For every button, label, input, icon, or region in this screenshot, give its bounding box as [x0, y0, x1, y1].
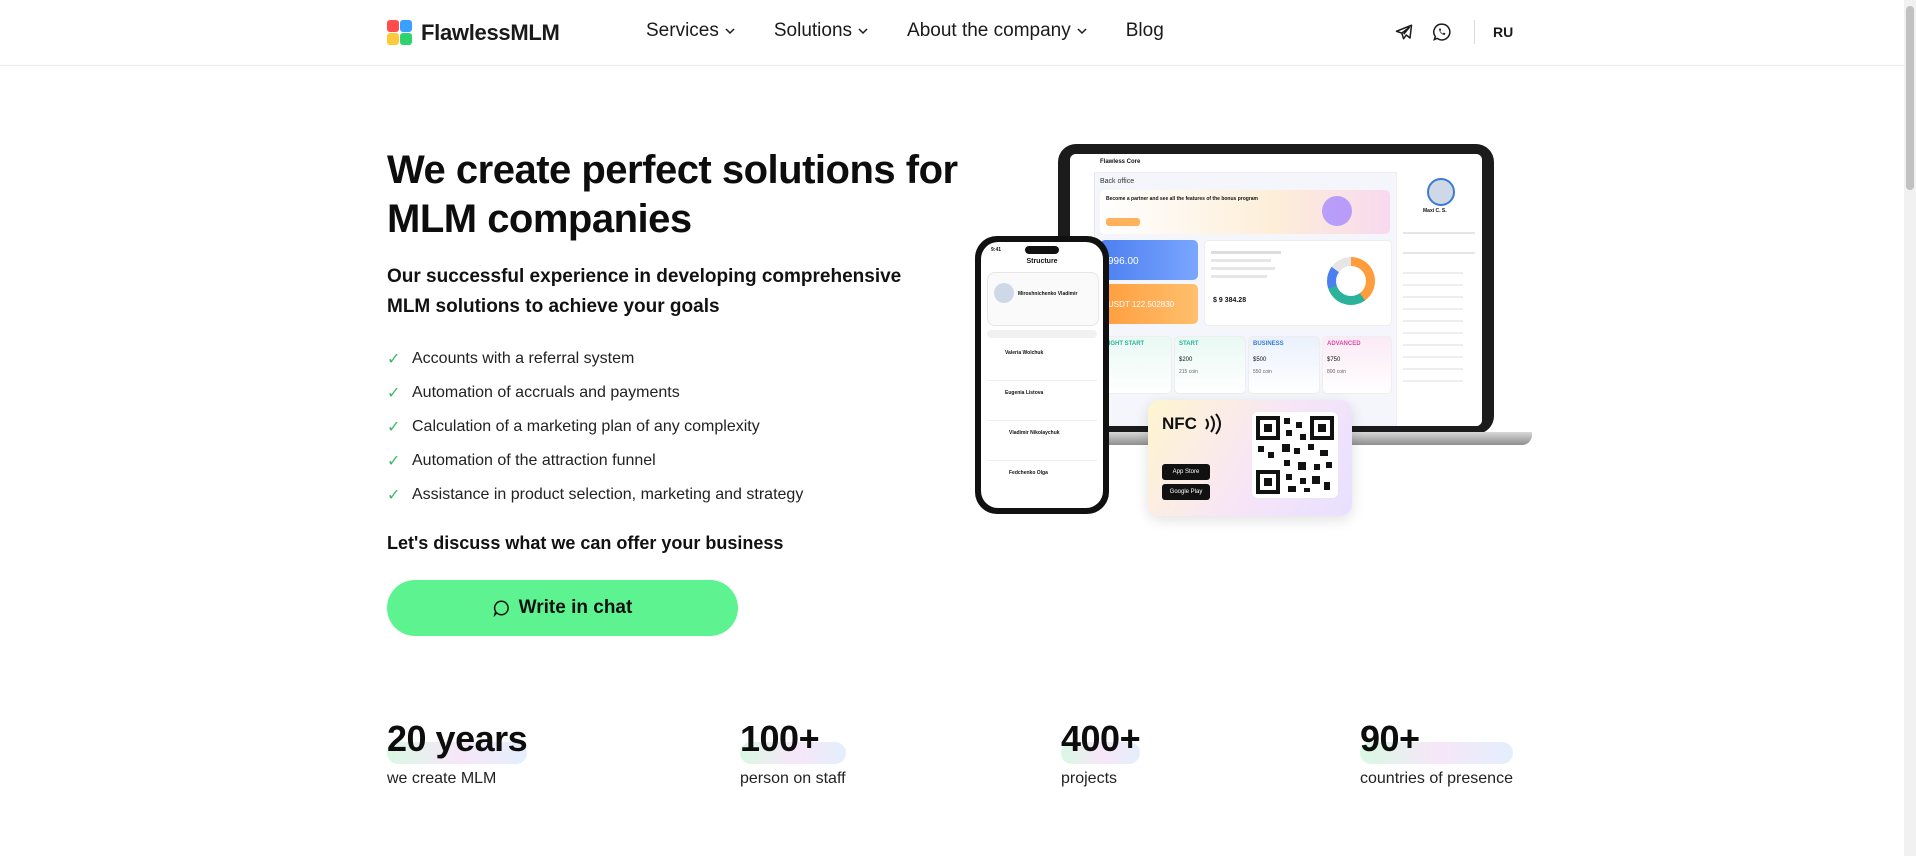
balance-card: USDT 122.502830: [1100, 284, 1198, 324]
phone-screen: 9:41 Structure Miroshnichenko Vladimir V…: [981, 242, 1103, 508]
check-icon: ✓: [387, 487, 401, 504]
chat-bubble-icon: [493, 599, 511, 617]
feature-text: Calculation of a marketing plan of any c…: [412, 418, 760, 435]
feature-text: Assistance in product selection, marketi…: [412, 486, 804, 503]
nfc-wave-icon: [1205, 413, 1221, 435]
feature-list: ✓ Accounts with a referral system ✓ Automa…: [387, 342, 803, 512]
stat-label: projects: [1061, 770, 1118, 787]
feature-item: ✓ Accounts with a referral system: [387, 342, 803, 376]
hero-subtitle: Our successful experience in developing …: [387, 266, 902, 317]
chevron-down-icon: [1077, 28, 1087, 35]
laptop-screen: Flawless Core Back office Become a partn…: [1070, 154, 1482, 426]
nfc-card: NFC App Store Google Play: [1148, 400, 1352, 516]
stat-projects: 400+ projects: [1061, 714, 1141, 788]
write-in-chat-button[interactable]: Write in chat: [387, 580, 738, 636]
scrollbar[interactable]: [1904, 0, 1916, 856]
stat-label: countries of presence: [1360, 770, 1513, 787]
rocket-icon: [1322, 196, 1352, 226]
logo-icon: [387, 20, 413, 46]
site-header: FlawlessMLM Services Solutions About the…: [0, 0, 1904, 66]
cta-text: Let's discuss what we can offer your bus…: [387, 533, 784, 553]
stat-staff: 100+ person on staff: [740, 714, 846, 788]
whatsapp-icon[interactable]: [1428, 18, 1456, 46]
stat-years: 20 years we create MLM: [387, 714, 528, 788]
plan-card: LIGHT START: [1100, 336, 1172, 394]
main-nav: Services Solutions About the company Blo…: [646, 20, 1202, 42]
nav-solutions[interactable]: Solutions: [774, 20, 869, 42]
stat-value: 400+: [1061, 718, 1141, 759]
stat-label: person on staff: [740, 770, 846, 787]
nav-label: About the company: [907, 20, 1071, 41]
nav-label: Services: [646, 20, 719, 41]
feature-text: Automation of the attraction funnel: [412, 452, 656, 469]
promo-banner: Become a partner and see all the feature…: [1100, 190, 1390, 234]
brand-logo[interactable]: FlawlessMLM: [387, 20, 560, 46]
nav-blog[interactable]: Blog: [1126, 20, 1164, 42]
language-switch[interactable]: RU: [1493, 24, 1513, 40]
qr-code: [1252, 412, 1338, 498]
stat-label: we create MLM: [387, 770, 497, 787]
app-name: Flawless Core: [1100, 159, 1141, 165]
phone-mockup: 9:41 Structure Miroshnichenko Vladimir V…: [975, 236, 1109, 514]
check-icon: ✓: [387, 351, 401, 368]
feature-text: Automation of accruals and payments: [412, 384, 680, 401]
nav-label: Blog: [1125, 20, 1164, 41]
plan-card: ADVANCED $750 800 coin: [1322, 336, 1392, 394]
telegram-icon[interactable]: [1390, 18, 1418, 46]
plan-card: START $200 215 coin: [1174, 336, 1246, 394]
stat-value: 90+: [1360, 718, 1420, 759]
stat-value: 20 years: [387, 718, 528, 759]
header-actions: RU: [1390, 18, 1513, 46]
brand-name: FlawlessMLM: [421, 20, 560, 45]
stat-value: 100+: [740, 718, 820, 759]
nfc-label: NFC: [1162, 414, 1197, 433]
chevron-down-icon: [725, 28, 735, 35]
avatar: [1427, 178, 1455, 206]
feature-item: ✓ Assistance in product selection, market…: [387, 478, 803, 512]
nav-services[interactable]: Services: [646, 20, 736, 42]
member-row: Eugenia Listova: [987, 384, 1097, 421]
app-store-badge: App Store: [1162, 464, 1210, 480]
google-play-badge: Google Play: [1162, 484, 1210, 500]
chevron-down-icon: [858, 28, 868, 35]
scrollbar-thumb[interactable]: [1906, 6, 1914, 190]
check-icon: ✓: [387, 419, 401, 436]
user-card: Miroshnichenko Vladimir: [987, 272, 1099, 326]
member-row: Fedchenko Olga: [1009, 470, 1048, 476]
laptop-mockup: Flawless Core Back office Become a partn…: [1058, 144, 1494, 434]
plan-card: BUSINESS $500 550 coin: [1248, 336, 1320, 394]
feature-text: Accounts with a referral system: [412, 350, 635, 367]
check-icon: ✓: [387, 453, 401, 470]
check-icon: ✓: [387, 385, 401, 402]
donut-chart: [1327, 257, 1375, 305]
member-row: Vladimir Nikolaychuk: [987, 424, 1097, 461]
hero-title: We create perfect solutions for MLM comp…: [387, 148, 958, 241]
nav-about[interactable]: About the company: [907, 20, 1088, 42]
balance-card: 996.00: [1100, 240, 1198, 280]
rewards-card: $ 9 384.28: [1204, 240, 1392, 326]
write-in-chat-label: Write in chat: [518, 597, 633, 618]
feature-item: ✓ Automation of the attraction funnel: [387, 444, 803, 478]
structure-title: Structure: [1026, 258, 1058, 265]
feature-item: ✓ Automation of accruals and payments: [387, 376, 803, 410]
nav-label: Solutions: [773, 20, 853, 41]
member-row: Valeria Wolchuk: [987, 344, 1097, 381]
stat-countries: 90+ countries of presence: [1360, 714, 1513, 788]
header-divider: [1474, 20, 1475, 44]
feature-item: ✓ Calculation of a marketing plan of any …: [387, 410, 803, 444]
avatar: [994, 283, 1014, 303]
section-title: Back office: [1100, 178, 1135, 185]
profile-panel: Maxi C. S.: [1396, 172, 1482, 426]
